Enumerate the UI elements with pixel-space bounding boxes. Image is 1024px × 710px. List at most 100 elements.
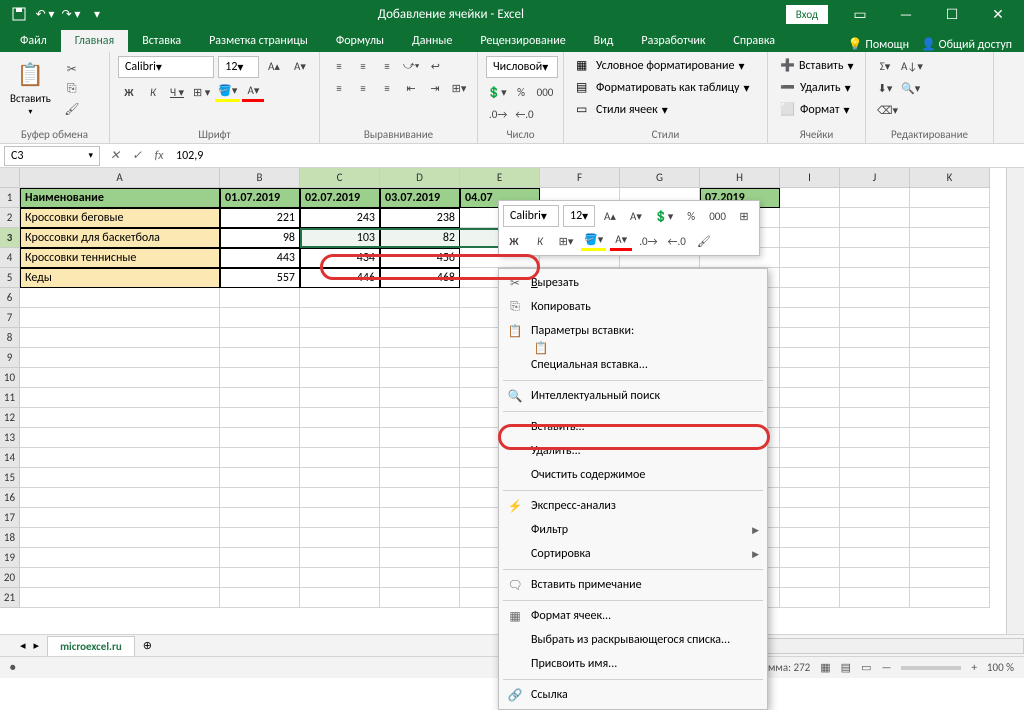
format-table-button[interactable]: ▤Форматировать как таблицу▾ bbox=[572, 78, 759, 98]
cell[interactable] bbox=[840, 568, 910, 588]
cell[interactable] bbox=[220, 548, 300, 568]
ribbon-display-icon[interactable]: ▭ bbox=[838, 0, 882, 28]
font-size-combo[interactable]: 12 ▾ bbox=[218, 56, 259, 78]
cell[interactable] bbox=[910, 288, 990, 308]
cell[interactable] bbox=[840, 208, 910, 228]
cell[interactable] bbox=[840, 368, 910, 388]
name-box[interactable]: C3▾ bbox=[4, 146, 100, 166]
ctx-clear[interactable]: Очистить содержимое bbox=[499, 463, 767, 487]
cell[interactable] bbox=[20, 388, 220, 408]
cell-styles-button[interactable]: ▭Стили ячеек▾ bbox=[572, 100, 759, 120]
dec-decimal-icon[interactable]: ←.0 bbox=[512, 104, 536, 124]
cell[interactable] bbox=[220, 428, 300, 448]
cell[interactable]: 01.07.2019 bbox=[220, 188, 300, 208]
cell[interactable] bbox=[300, 428, 380, 448]
cell[interactable] bbox=[380, 488, 460, 508]
cell[interactable] bbox=[910, 228, 990, 248]
cell[interactable]: 221 bbox=[220, 208, 300, 228]
mini-thousands-icon[interactable]: 000 bbox=[706, 206, 729, 226]
cell[interactable] bbox=[20, 288, 220, 308]
cell[interactable] bbox=[220, 508, 300, 528]
cell[interactable] bbox=[910, 388, 990, 408]
cell[interactable] bbox=[20, 588, 220, 608]
cell[interactable] bbox=[910, 188, 990, 208]
cell[interactable] bbox=[840, 288, 910, 308]
cell[interactable] bbox=[780, 528, 840, 548]
cell[interactable] bbox=[220, 448, 300, 468]
save-icon[interactable] bbox=[8, 3, 30, 25]
mini-fontcolor-icon[interactable]: A▾ bbox=[610, 231, 632, 251]
tab-data[interactable]: Данные bbox=[398, 30, 466, 52]
cell[interactable] bbox=[20, 328, 220, 348]
cell[interactable] bbox=[220, 488, 300, 508]
tab-file[interactable]: Файл bbox=[6, 30, 61, 52]
font-name-combo[interactable]: Calibri ▾ bbox=[118, 56, 214, 78]
currency-icon[interactable]: 💲▾ bbox=[486, 82, 508, 102]
cell[interactable] bbox=[300, 288, 380, 308]
cell[interactable] bbox=[300, 588, 380, 608]
cell[interactable] bbox=[20, 508, 220, 528]
sheet-tab[interactable]: microexcel.ru bbox=[47, 636, 135, 656]
tab-formulas[interactable]: Формулы bbox=[322, 30, 398, 52]
cell[interactable] bbox=[840, 228, 910, 248]
mini-font-combo[interactable]: Calibri▾ bbox=[503, 205, 559, 227]
cell[interactable] bbox=[300, 528, 380, 548]
cell[interactable] bbox=[780, 488, 840, 508]
indent-dec-icon[interactable]: ⇤ bbox=[400, 78, 422, 98]
cell[interactable] bbox=[220, 528, 300, 548]
ctx-paste-default[interactable]: 📋 bbox=[499, 343, 767, 353]
cell[interactable]: 468 bbox=[380, 268, 460, 288]
underline-button[interactable]: Ч ▾ bbox=[166, 82, 188, 102]
merge-icon[interactable]: ⊞▾ bbox=[448, 78, 470, 98]
cell[interactable] bbox=[220, 388, 300, 408]
cell[interactable] bbox=[780, 268, 840, 288]
cell[interactable] bbox=[20, 468, 220, 488]
cell[interactable] bbox=[840, 548, 910, 568]
cell[interactable] bbox=[840, 248, 910, 268]
cell[interactable] bbox=[780, 408, 840, 428]
cells-delete-button[interactable]: ➖Удалить▾ bbox=[776, 78, 857, 98]
cell[interactable] bbox=[910, 568, 990, 588]
cell[interactable] bbox=[20, 428, 220, 448]
mini-dec-inc-icon[interactable]: .0→ bbox=[636, 231, 660, 251]
cell[interactable] bbox=[380, 308, 460, 328]
mini-bold-button[interactable]: Ж bbox=[503, 231, 525, 251]
format-painter-icon[interactable]: 🖌 bbox=[61, 100, 83, 118]
ctx-dropdown-list[interactable]: Выбрать из раскрывающегося списка... bbox=[499, 628, 767, 652]
cell[interactable] bbox=[840, 588, 910, 608]
inc-decimal-icon[interactable]: .0→ bbox=[486, 104, 510, 124]
cell[interactable] bbox=[910, 548, 990, 568]
cell[interactable] bbox=[910, 248, 990, 268]
cell[interactable] bbox=[840, 328, 910, 348]
cell[interactable] bbox=[780, 308, 840, 328]
cell[interactable] bbox=[380, 468, 460, 488]
cell[interactable]: 243 bbox=[300, 208, 380, 228]
select-all-corner[interactable] bbox=[0, 168, 20, 188]
cell[interactable] bbox=[910, 348, 990, 368]
cell[interactable] bbox=[380, 408, 460, 428]
ctx-paste-special[interactable]: Специальная вставка... bbox=[499, 353, 767, 377]
mini-fill-icon[interactable]: 🪣▾ bbox=[581, 231, 606, 251]
tab-developer[interactable]: Разработчик bbox=[627, 30, 719, 52]
undo-icon[interactable]: ↶ ▾ bbox=[34, 3, 56, 25]
cell[interactable] bbox=[780, 228, 840, 248]
enter-icon[interactable]: ✓ bbox=[126, 148, 148, 163]
cell[interactable] bbox=[20, 488, 220, 508]
cell[interactable]: 238 bbox=[380, 208, 460, 228]
thousands-icon[interactable]: 000 bbox=[534, 82, 556, 102]
zoom-out-icon[interactable]: — bbox=[881, 661, 891, 674]
cell[interactable] bbox=[380, 548, 460, 568]
cell[interactable] bbox=[380, 588, 460, 608]
cell[interactable]: 03.07.2019 bbox=[380, 188, 460, 208]
cell[interactable] bbox=[300, 508, 380, 528]
cell[interactable] bbox=[910, 468, 990, 488]
cell[interactable] bbox=[300, 488, 380, 508]
mini-grow-icon[interactable]: A▴ bbox=[599, 206, 621, 226]
cell[interactable]: 456 bbox=[380, 248, 460, 268]
cell[interactable]: Кроссовки беговые bbox=[20, 208, 220, 228]
cell[interactable] bbox=[840, 408, 910, 428]
cell[interactable] bbox=[220, 368, 300, 388]
view-break-icon[interactable]: ▭ bbox=[861, 661, 871, 674]
orientation-icon[interactable]: ⤻▾ bbox=[400, 56, 422, 76]
cells-insert-button[interactable]: ➕Вставить▾ bbox=[776, 56, 857, 76]
